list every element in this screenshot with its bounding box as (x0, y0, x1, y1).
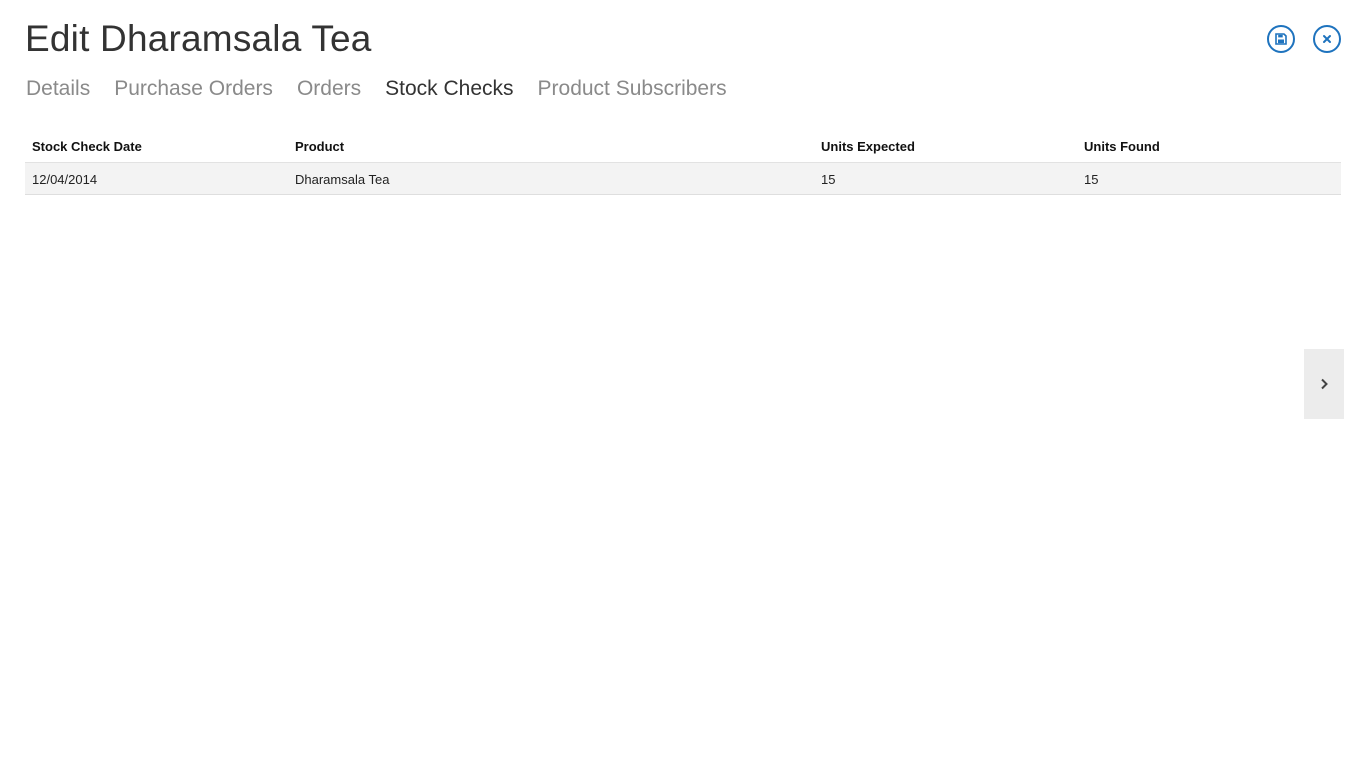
column-header-units-found[interactable]: Units Found (1077, 132, 1341, 163)
chevron-right-icon (1320, 378, 1328, 390)
close-button[interactable] (1313, 25, 1341, 53)
page-title: Edit Dharamsala Tea (25, 18, 372, 59)
save-button[interactable] (1267, 25, 1295, 53)
column-header-stock-check-date[interactable]: Stock Check Date (25, 132, 288, 163)
cell-units-found: 15 (1077, 162, 1341, 195)
column-header-product[interactable]: Product (288, 132, 814, 163)
tab-bar: Details Purchase Orders Orders Stock Che… (26, 77, 727, 101)
tab-stock-checks[interactable]: Stock Checks (385, 77, 513, 101)
tab-purchase-orders[interactable]: Purchase Orders (114, 77, 273, 101)
cell-product: Dharamsala Tea (288, 162, 814, 195)
close-icon (1323, 35, 1331, 43)
table-row[interactable]: 12/04/2014 Dharamsala Tea 15 15 (25, 162, 1341, 195)
cell-units-expected: 15 (814, 162, 1077, 195)
next-panel-button[interactable] (1304, 349, 1344, 419)
stock-checks-table: Stock Check Date Product Units Expected … (25, 132, 1341, 195)
header-actions (1267, 25, 1341, 53)
tab-details[interactable]: Details (26, 77, 90, 101)
column-header-units-expected[interactable]: Units Expected (814, 132, 1077, 163)
save-icon (1275, 33, 1287, 45)
cell-stock-check-date: 12/04/2014 (25, 162, 288, 195)
tab-orders[interactable]: Orders (297, 77, 361, 101)
table-header-row: Stock Check Date Product Units Expected … (25, 132, 1341, 163)
tab-product-subscribers[interactable]: Product Subscribers (538, 77, 727, 101)
edit-product-page: Edit Dharamsala Tea Details Purchase Ord… (0, 0, 1366, 768)
